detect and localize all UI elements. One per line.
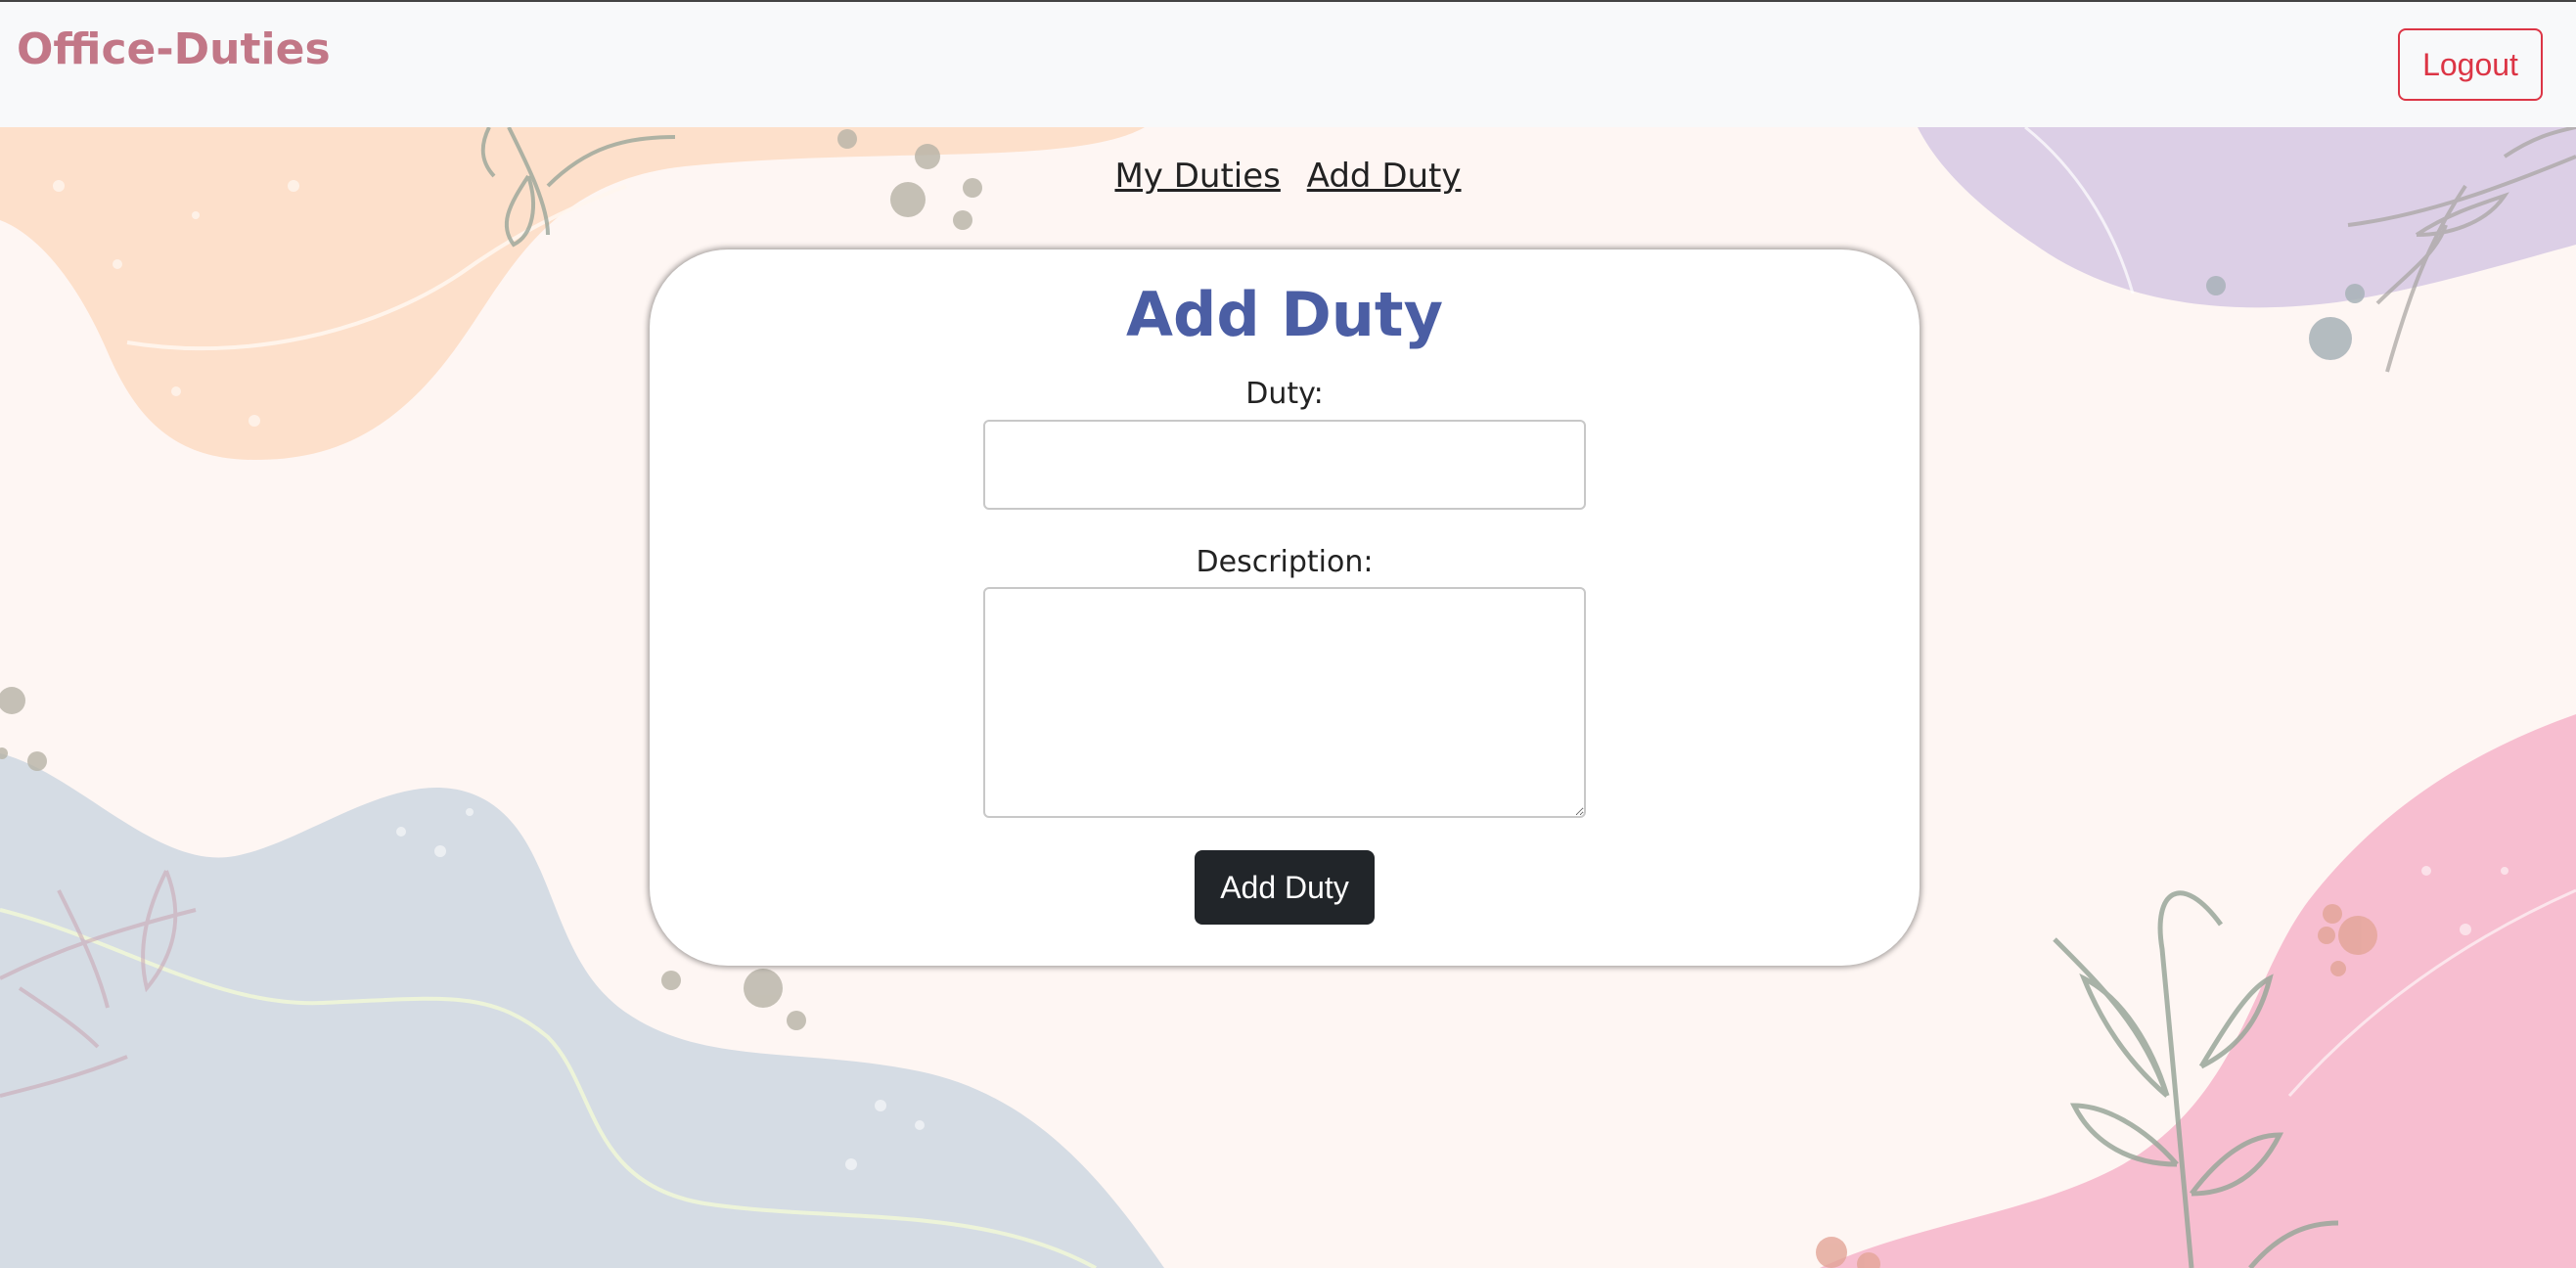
page-nav: My Duties Add Duty — [0, 157, 2576, 196]
description-textarea[interactable] — [983, 587, 1586, 818]
brand-title[interactable]: Office-Duties — [17, 24, 331, 74]
add-duty-button[interactable]: Add Duty — [1195, 850, 1375, 925]
nav-link-my-duties[interactable]: My Duties — [1114, 157, 1280, 196]
lavender-blob — [1918, 127, 2576, 308]
description-label: Description: — [1196, 545, 1374, 579]
add-duty-card: Add Duty Duty: Description: Add Duty — [650, 249, 1920, 966]
nav-link-add-duty[interactable]: Add Duty — [1307, 157, 1462, 196]
logout-button[interactable]: Logout — [2398, 28, 2543, 101]
duty-label: Duty: — [1245, 377, 1324, 411]
page-title: Add Duty — [1126, 279, 1443, 350]
duty-input[interactable] — [983, 420, 1586, 510]
top-navbar: Office-Duties Logout — [0, 2, 2576, 127]
